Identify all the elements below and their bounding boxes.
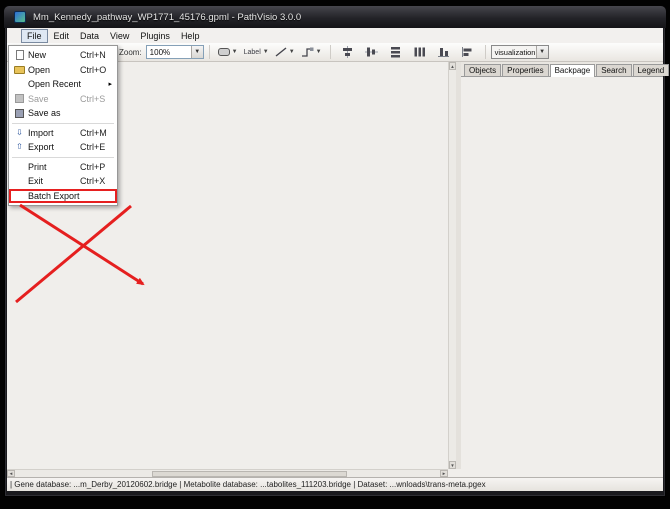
line-icon	[275, 47, 287, 57]
save-icon	[11, 94, 28, 103]
menu-item-export[interactable]: ⇧ Export Ctrl+E	[9, 140, 117, 155]
line-tool-button[interactable]: ▼	[275, 44, 295, 60]
menu-bar: File Edit Data View Plugins Help	[7, 28, 663, 43]
scroll-right-icon[interactable]: ►	[440, 470, 448, 477]
stack-vertical-icon	[389, 46, 402, 58]
align-middle-icon	[365, 46, 378, 58]
window-title: Mm_Kennedy_pathway_WP1771_45176.gpml - P…	[33, 12, 301, 23]
tab-search[interactable]: Search	[596, 64, 631, 76]
menu-data[interactable]: Data	[75, 30, 104, 42]
visualization-value: visualization	[492, 48, 536, 57]
menu-item-print[interactable]: Print Ctrl+P	[9, 160, 117, 175]
open-folder-icon	[11, 66, 28, 74]
scroll-down-icon[interactable]: ▼	[449, 461, 456, 469]
visualization-combobox[interactable]: visualization ▼	[491, 45, 549, 59]
menu-item-new[interactable]: New Ctrl+N	[9, 48, 117, 63]
status-bar: | Gene database: ...m_Derby_20120602.bri…	[7, 477, 663, 491]
align-middle-button[interactable]	[363, 44, 381, 60]
app-icon	[14, 11, 26, 23]
canvas-vertical-scrollbar[interactable]: ▲ ▼	[448, 62, 456, 469]
menu-view[interactable]: View	[105, 30, 134, 42]
zoom-combobox[interactable]: 100% ▼	[146, 45, 204, 59]
connector-icon	[301, 47, 314, 57]
side-panel-tabs: Objects Properties Backpage Search Legen…	[461, 62, 663, 77]
stack-horizontal-icon	[413, 46, 426, 58]
menu-item-exit[interactable]: Exit Ctrl+X	[9, 174, 117, 189]
align-bottom-button[interactable]	[435, 44, 453, 60]
import-icon: ⇩	[11, 129, 28, 137]
menu-item-open[interactable]: Open Ctrl+O	[9, 63, 117, 78]
status-text: | Gene database: ...m_Derby_20120602.bri…	[10, 480, 486, 489]
file-menu-popup: New Ctrl+N Open Ctrl+O Open Recent ▸ Sav…	[8, 45, 118, 206]
menu-help[interactable]: Help	[176, 30, 205, 42]
label-tool-text: Label	[244, 49, 261, 56]
zoom-value: 100%	[147, 48, 191, 57]
chevron-down-icon[interactable]: ▼	[191, 46, 203, 58]
menu-item-open-recent[interactable]: Open Recent ▸	[9, 77, 117, 92]
stack-vertical-button[interactable]	[387, 44, 405, 60]
menu-item-save-as[interactable]: Save as	[9, 106, 117, 121]
menu-plugins[interactable]: Plugins	[135, 30, 175, 42]
tab-objects[interactable]: Objects	[464, 64, 501, 76]
datanode-icon	[218, 48, 230, 56]
zoom-label: Zoom:	[119, 48, 142, 57]
submenu-arrow-icon: ▸	[108, 80, 112, 88]
panel-splitter[interactable]	[456, 62, 461, 469]
menu-item-save: Save Ctrl+S	[9, 92, 117, 107]
menu-file[interactable]: File	[21, 29, 48, 43]
chevron-down-icon[interactable]: ▼	[536, 46, 548, 58]
align-left-icon	[461, 46, 474, 58]
tab-properties[interactable]: Properties	[502, 64, 548, 76]
datanode-template-button[interactable]: ▼	[218, 44, 238, 60]
align-bottom-icon	[437, 46, 450, 58]
connector-tool-button[interactable]: ▼	[301, 44, 322, 60]
tab-legend[interactable]: Legend	[633, 64, 670, 76]
align-center-icon	[341, 46, 354, 58]
save-as-icon	[11, 109, 28, 118]
align-left-button[interactable]	[459, 44, 477, 60]
menu-item-batch-export[interactable]: Batch Export	[9, 189, 117, 204]
scroll-left-icon[interactable]: ◄	[7, 470, 15, 477]
label-tool-button[interactable]: Label▼	[244, 44, 269, 60]
export-icon: ⇧	[11, 143, 28, 151]
stack-horizontal-button[interactable]	[411, 44, 429, 60]
menu-item-import[interactable]: ⇩ Import Ctrl+M	[9, 126, 117, 141]
menu-edit[interactable]: Edit	[49, 30, 75, 42]
tab-backpage[interactable]: Backpage	[550, 64, 596, 77]
canvas-horizontal-scrollbar[interactable]: ◄ ►	[7, 469, 448, 477]
new-file-icon	[11, 50, 28, 60]
align-center-button[interactable]	[339, 44, 357, 60]
pathvisio-window: Mm_Kennedy_pathway_WP1771_45176.gpml - P…	[0, 0, 670, 509]
title-bar[interactable]: Mm_Kennedy_pathway_WP1771_45176.gpml - P…	[4, 6, 666, 28]
scroll-up-icon[interactable]: ▲	[449, 62, 456, 70]
